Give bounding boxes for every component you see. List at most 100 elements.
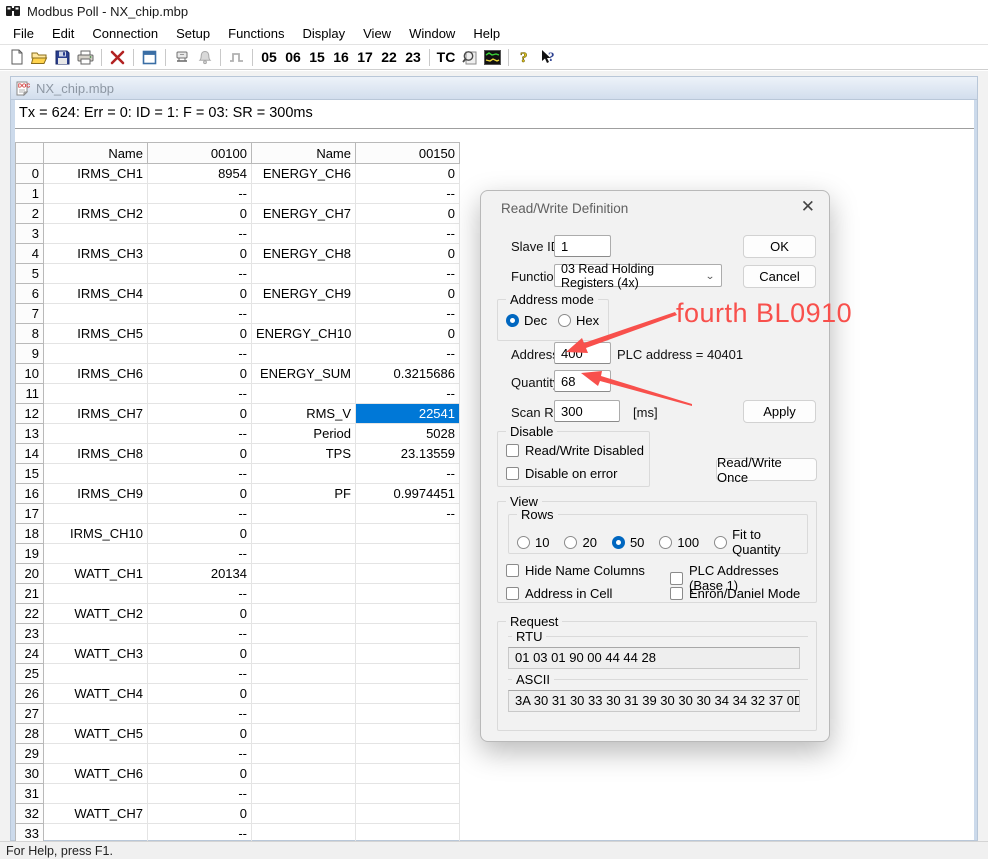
document-titlebar[interactable]: DOC NX_chip.mbp <box>11 77 977 100</box>
cell[interactable] <box>356 564 460 584</box>
display-setup-button[interactable] <box>138 46 161 68</box>
address-mode-dec-radio[interactable]: Dec <box>506 313 547 328</box>
communication-traffic-button[interactable] <box>481 46 504 68</box>
cell[interactable]: IRMS_CH4 <box>44 284 148 304</box>
cell[interactable]: 0 <box>356 164 460 184</box>
cell[interactable]: WATT_CH3 <box>44 644 148 664</box>
function-dropdown[interactable]: 03 Read Holding Registers (4x) ⌄ <box>554 264 722 287</box>
cell[interactable]: 0.9974451 <box>356 484 460 504</box>
apply-button[interactable]: Apply <box>743 400 816 423</box>
save-button[interactable] <box>51 46 74 68</box>
cell[interactable] <box>252 264 356 284</box>
cell[interactable]: 0 <box>148 604 252 624</box>
cell[interactable]: WATT_CH2 <box>44 604 148 624</box>
function-23-button[interactable]: 23 <box>401 46 425 68</box>
rows-option-10[interactable]: 10 <box>517 527 549 557</box>
cell[interactable]: -- <box>356 264 460 284</box>
cell[interactable] <box>252 784 356 804</box>
menu-view[interactable]: View <box>354 24 400 43</box>
cell[interactable] <box>44 304 148 324</box>
function-06-button[interactable]: 06 <box>281 46 305 68</box>
cell[interactable]: -- <box>356 224 460 244</box>
cell[interactable]: 0 <box>356 284 460 304</box>
cell[interactable]: 0 <box>148 644 252 664</box>
cell[interactable]: 23.13559 <box>356 444 460 464</box>
cell[interactable]: ENERGY_CH6 <box>252 164 356 184</box>
cell[interactable] <box>252 304 356 324</box>
cell[interactable] <box>356 604 460 624</box>
cell[interactable]: 0 <box>148 524 252 544</box>
column-header[interactable]: 00150 <box>356 143 460 164</box>
cell[interactable] <box>252 684 356 704</box>
cell[interactable] <box>44 264 148 284</box>
cell[interactable]: -- <box>356 304 460 324</box>
cell[interactable]: -- <box>148 744 252 764</box>
cell[interactable] <box>252 644 356 664</box>
cell[interactable] <box>252 724 356 744</box>
cell[interactable] <box>252 544 356 564</box>
cell[interactable]: -- <box>356 184 460 204</box>
cell[interactable] <box>356 704 460 724</box>
cell[interactable]: WATT_CH7 <box>44 804 148 824</box>
cell[interactable] <box>44 704 148 724</box>
cell[interactable] <box>356 644 460 664</box>
menu-help[interactable]: Help <box>464 24 509 43</box>
cell[interactable]: 0 <box>148 244 252 264</box>
cell[interactable]: IRMS_CH10 <box>44 524 148 544</box>
address-mode-hex-radio[interactable]: Hex <box>558 313 599 328</box>
cell[interactable]: WATT_CH1 <box>44 564 148 584</box>
cell[interactable]: IRMS_CH8 <box>44 444 148 464</box>
rows-option-50[interactable]: 50 <box>612 527 644 557</box>
cell[interactable]: Period <box>252 424 356 444</box>
menu-connection[interactable]: Connection <box>83 24 167 43</box>
cell[interactable]: 0 <box>148 284 252 304</box>
cell[interactable]: 0 <box>148 684 252 704</box>
slave-id-field[interactable]: 1 <box>554 235 611 257</box>
cell[interactable]: -- <box>148 584 252 604</box>
cell[interactable]: 0 <box>148 764 252 784</box>
disable-on-error-checkbox[interactable]: Disable on error <box>506 466 618 481</box>
cell[interactable] <box>44 384 148 404</box>
cell[interactable] <box>252 224 356 244</box>
menu-functions[interactable]: Functions <box>219 24 293 43</box>
cell[interactable]: WATT_CH5 <box>44 724 148 744</box>
cell[interactable]: 0.3215686 <box>356 364 460 384</box>
cell[interactable]: WATT_CH4 <box>44 684 148 704</box>
address-in-cell-checkbox[interactable]: Address in Cell <box>506 586 612 601</box>
read-write-once-button[interactable]: Read/Write Once <box>716 458 817 481</box>
cell[interactable] <box>356 684 460 704</box>
cell[interactable]: RMS_V <box>252 404 356 424</box>
cell[interactable]: -- <box>148 504 252 524</box>
cell[interactable]: 5028 <box>356 424 460 444</box>
column-header[interactable]: Name <box>252 143 356 164</box>
help-button[interactable]: ? <box>513 46 536 68</box>
cell[interactable] <box>252 764 356 784</box>
enron-daniel-checkbox[interactable]: Enron/Daniel Mode <box>670 586 800 601</box>
quantity-field[interactable]: 68 <box>554 370 611 392</box>
cell[interactable]: 0 <box>356 324 460 344</box>
cell[interactable] <box>356 664 460 684</box>
cell[interactable] <box>44 544 148 564</box>
cell[interactable] <box>44 184 148 204</box>
cell[interactable]: IRMS_CH5 <box>44 324 148 344</box>
cell[interactable]: -- <box>148 704 252 724</box>
cell[interactable] <box>356 624 460 644</box>
function-15-button[interactable]: 15 <box>305 46 329 68</box>
open-file-button[interactable] <box>28 46 51 68</box>
cell[interactable]: 22541 <box>356 404 460 424</box>
cell[interactable] <box>356 744 460 764</box>
hide-name-columns-checkbox[interactable]: Hide Name Columns <box>506 563 645 578</box>
cell[interactable]: 0 <box>356 204 460 224</box>
cell[interactable] <box>252 564 356 584</box>
cell[interactable]: -- <box>148 304 252 324</box>
cell[interactable]: -- <box>148 784 252 804</box>
cell[interactable] <box>44 424 148 444</box>
cell[interactable] <box>356 584 460 604</box>
cell[interactable] <box>252 624 356 644</box>
cell[interactable] <box>356 724 460 744</box>
cell[interactable] <box>252 744 356 764</box>
menu-file[interactable]: File <box>4 24 43 43</box>
cell[interactable]: -- <box>148 424 252 444</box>
column-header[interactable] <box>16 143 44 164</box>
cell[interactable] <box>44 584 148 604</box>
